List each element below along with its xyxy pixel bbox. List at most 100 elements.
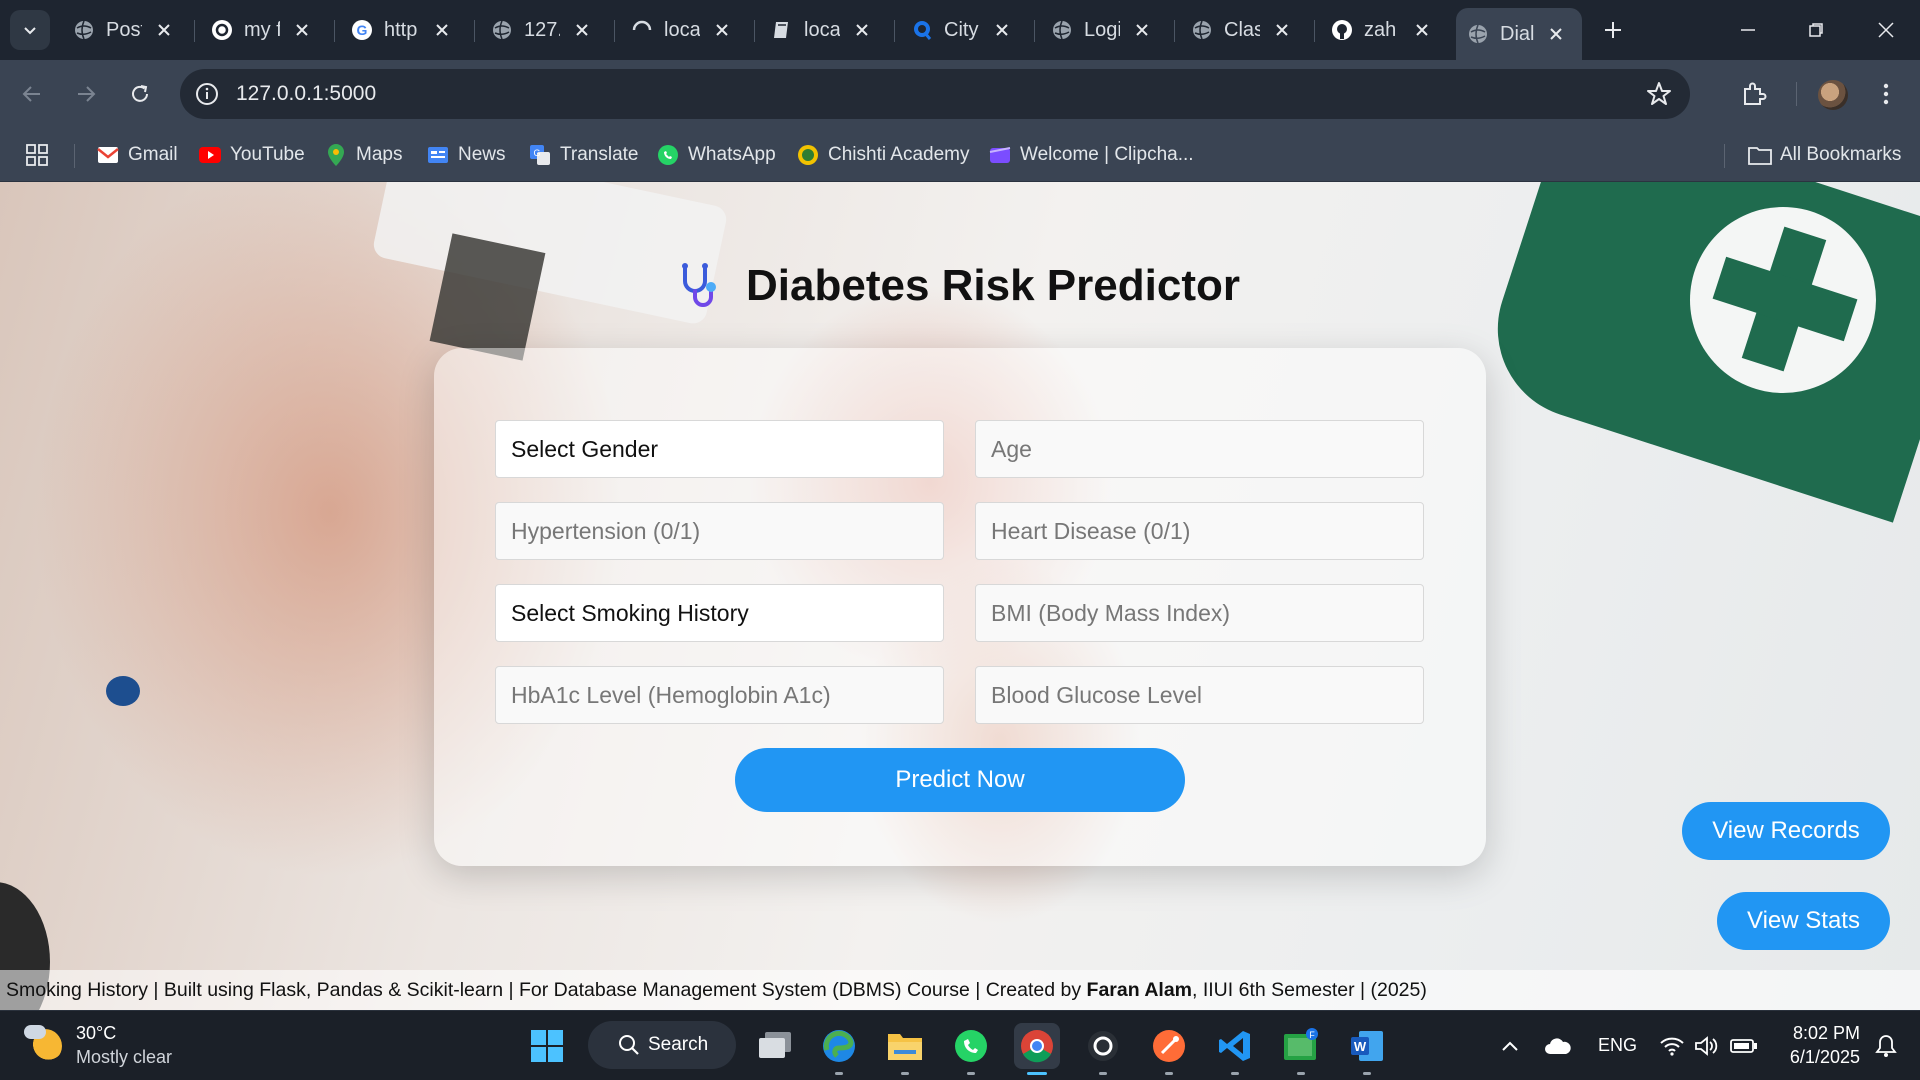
bookmark-news[interactable]: News (426, 141, 506, 169)
task-view-button[interactable] (752, 1023, 798, 1069)
taskbar-vscode[interactable] (1212, 1023, 1258, 1075)
notifications-button[interactable] (1866, 1023, 1906, 1069)
close-icon[interactable] (1544, 22, 1568, 46)
tab-city[interactable]: City (900, 10, 1028, 50)
tab-search-button[interactable] (10, 10, 50, 50)
taskbar-whatsapp[interactable] (948, 1023, 994, 1075)
globe-icon (490, 18, 514, 42)
tab-title: http (384, 18, 418, 41)
close-icon[interactable] (990, 18, 1014, 42)
page-content: Diabetes Risk Predictor Select Gender Ag… (0, 182, 1920, 1010)
taskbar-search[interactable]: Search (588, 1021, 736, 1069)
view-records-button[interactable]: View Records (1682, 802, 1890, 860)
taskbar-chatgpt[interactable] (1080, 1023, 1126, 1075)
tab-google[interactable]: G http (340, 10, 468, 50)
hba1c-input[interactable]: HbA1c Level (Hemoglobin A1c) (495, 666, 944, 724)
apps-grid-icon (26, 144, 48, 166)
restore-button[interactable] (1796, 12, 1836, 48)
bookmark-label: YouTube (230, 144, 305, 165)
clock-date[interactable]: 6/1/2025 (1780, 1047, 1860, 1068)
close-icon[interactable] (1410, 18, 1434, 42)
toolbar-divider (1796, 82, 1797, 106)
close-icon[interactable] (1270, 18, 1294, 42)
close-icon[interactable] (152, 18, 176, 42)
taskbar-word[interactable]: W (1344, 1023, 1390, 1075)
tab-localhost-book[interactable]: loca (760, 10, 888, 50)
running-indicator (1297, 1072, 1305, 1075)
forward-button[interactable] (68, 76, 104, 112)
chrome-menu-button[interactable] (1868, 76, 1904, 112)
battery-button[interactable] (1724, 1023, 1764, 1069)
tab-class[interactable]: Clas (1180, 10, 1308, 50)
bookmark-clipchamp[interactable]: Welcome | Clipcha... (988, 141, 1194, 169)
minimize-button[interactable] (1728, 12, 1768, 48)
show-hidden-icons-button[interactable] (1490, 1023, 1530, 1069)
taskbar-chrome[interactable] (1014, 1023, 1060, 1075)
maps-icon (324, 143, 348, 167)
wifi-button[interactable] (1652, 1023, 1692, 1069)
tab-title: Clas (1224, 18, 1260, 41)
clock-time[interactable]: 8:02 PM (1784, 1023, 1860, 1044)
new-tab-button[interactable] (1597, 14, 1629, 46)
close-icon[interactable] (430, 18, 454, 42)
reload-button[interactable] (122, 76, 158, 112)
heart-disease-input[interactable]: Heart Disease (0/1) (975, 502, 1424, 560)
all-bookmarks-button[interactable]: All Bookmarks (1748, 141, 1901, 169)
bookmark-whatsapp[interactable]: WhatsApp (656, 141, 776, 169)
address-bar[interactable]: 127.0.0.1:5000 (180, 69, 1690, 119)
tab-github[interactable]: zah (1320, 10, 1448, 50)
tab-separator (334, 20, 335, 42)
star-icon[interactable] (1646, 81, 1672, 107)
tab-post[interactable]: Post (62, 10, 190, 50)
smoking-history-select[interactable]: Select Smoking History (495, 584, 944, 642)
bookmark-gmail[interactable]: Gmail (96, 141, 178, 169)
info-icon[interactable] (194, 81, 220, 107)
taskbar-edge[interactable] (816, 1023, 862, 1075)
onedrive-button[interactable] (1536, 1023, 1580, 1069)
apps-button[interactable] (26, 141, 48, 169)
start-button[interactable] (524, 1023, 570, 1069)
tab-openai[interactable]: my f (200, 10, 328, 50)
minimize-icon (1741, 29, 1755, 31)
footer-text-end: , IIUI 6th Semester | (2025) (1192, 978, 1427, 1001)
gender-select[interactable]: Select Gender (495, 420, 944, 478)
bookmark-label: All Bookmarks (1780, 144, 1902, 165)
tab-localhost-loading[interactable]: loca (620, 10, 748, 50)
language-indicator[interactable]: ENG (1598, 1035, 1637, 1056)
tab-title: Post (106, 18, 142, 41)
hypertension-input[interactable]: Hypertension (0/1) (495, 502, 944, 560)
bookmark-youtube[interactable]: YouTube (198, 141, 305, 169)
close-window-button[interactable] (1866, 12, 1906, 48)
bmi-input[interactable]: BMI (Body Mass Index) (975, 584, 1424, 642)
page-title: Diabetes Risk Predictor (676, 256, 1240, 316)
tab-active-diabetes[interactable]: Dial (1456, 8, 1582, 60)
bell-icon (1875, 1035, 1897, 1057)
back-button[interactable] (14, 76, 50, 112)
whatsapp-icon (955, 1030, 987, 1062)
close-icon[interactable] (1130, 18, 1154, 42)
taskbar-classroom[interactable]: F (1278, 1023, 1324, 1075)
bookmark-chishti-academy[interactable]: Chishti Academy (796, 141, 970, 169)
view-stats-button[interactable]: View Stats (1717, 892, 1890, 950)
bookmark-maps[interactable]: Maps (324, 141, 402, 169)
bookmark-translate[interactable]: G Translate (528, 141, 639, 169)
age-input[interactable]: Age (975, 420, 1424, 478)
arrow-right-icon (78, 86, 96, 102)
close-icon[interactable] (710, 18, 734, 42)
close-icon[interactable] (850, 18, 874, 42)
academy-icon (796, 143, 820, 167)
taskbar-file-explorer[interactable] (882, 1023, 928, 1075)
bookmark-label: News (458, 144, 506, 165)
blood-glucose-input[interactable]: Blood Glucose Level (975, 666, 1424, 724)
close-icon[interactable] (290, 18, 314, 42)
taskbar-postman[interactable] (1146, 1023, 1192, 1075)
extensions-button[interactable] (1736, 76, 1772, 112)
profile-avatar[interactable] (1818, 80, 1848, 110)
tab-127[interactable]: 127. (480, 10, 608, 50)
predict-button[interactable]: Predict Now (735, 748, 1185, 812)
close-icon[interactable] (570, 18, 594, 42)
volume-button[interactable] (1688, 1023, 1724, 1069)
url-text[interactable]: 127.0.0.1:5000 (236, 82, 376, 106)
classroom-icon: F (1284, 1028, 1318, 1060)
tab-login[interactable]: Logi (1040, 10, 1168, 50)
